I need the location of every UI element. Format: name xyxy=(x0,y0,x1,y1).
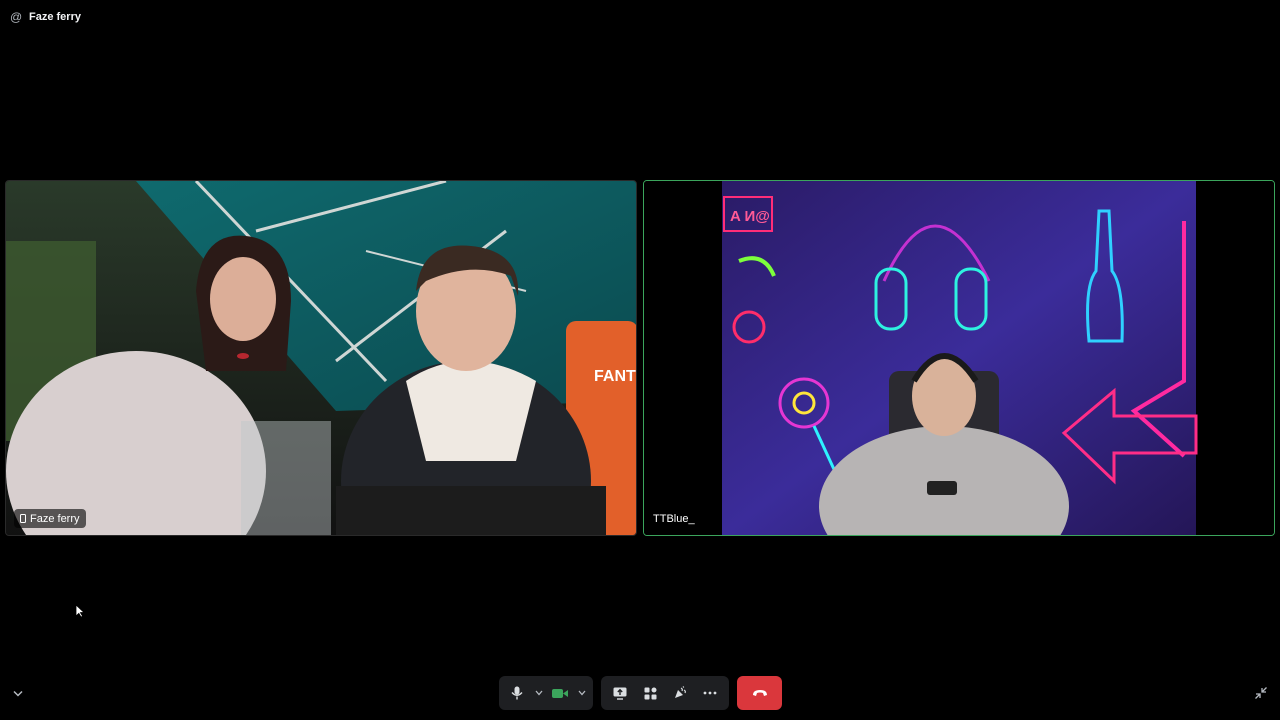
collapse-button[interactable] xyxy=(8,683,28,703)
screen-share-icon xyxy=(613,687,627,700)
screen-share-button[interactable] xyxy=(606,679,634,707)
microphone-button[interactable] xyxy=(503,679,531,707)
participant-name: Faze ferry xyxy=(30,512,80,525)
soundboard-icon xyxy=(675,686,686,698)
exit-fullscreen-button[interactable] xyxy=(1251,683,1271,703)
chevron-down-icon xyxy=(13,690,23,697)
participant-name-tag: TTBlue_ xyxy=(653,509,695,528)
participant-name: TTBlue_ xyxy=(653,512,695,525)
minimize-icon xyxy=(1255,687,1267,699)
camera-options-button[interactable] xyxy=(575,679,589,707)
camera-icon xyxy=(552,688,569,698)
chevron-down-icon xyxy=(578,690,586,696)
at-sign-icon: @ xyxy=(10,10,23,24)
hang-up-icon xyxy=(752,690,767,696)
video-tile-ttblue[interactable]: A И@ TTBlue_ xyxy=(643,180,1275,536)
mouse-cursor xyxy=(75,604,85,623)
soundboard-button[interactable] xyxy=(666,679,694,707)
media-controls xyxy=(499,676,593,710)
action-controls xyxy=(601,676,729,710)
pointer-cursor-icon xyxy=(75,604,85,618)
disconnect-button[interactable] xyxy=(737,676,782,710)
more-button[interactable] xyxy=(696,679,724,707)
svg-text:A И@: A И@ xyxy=(730,208,770,225)
microphone-options-button[interactable] xyxy=(532,679,546,707)
phone-icon xyxy=(20,514,26,523)
activities-button[interactable] xyxy=(636,679,664,707)
channel-header: @ Faze ferry xyxy=(10,8,81,26)
chevron-down-icon xyxy=(535,690,543,696)
video-feed-neon-room: A И@ xyxy=(644,181,1274,535)
video-tile-faze-ferry[interactable]: FANT Faze ferry xyxy=(5,180,637,536)
more-icon xyxy=(703,691,717,695)
channel-title: Faze ferry xyxy=(29,11,81,23)
svg-text:FANT: FANT xyxy=(594,368,636,385)
activities-icon xyxy=(644,687,656,699)
microphone-icon xyxy=(511,686,523,700)
camera-button[interactable] xyxy=(546,679,574,707)
video-feed-outdoor: FANT xyxy=(6,181,636,535)
participant-name-tag: Faze ferry xyxy=(14,509,86,528)
